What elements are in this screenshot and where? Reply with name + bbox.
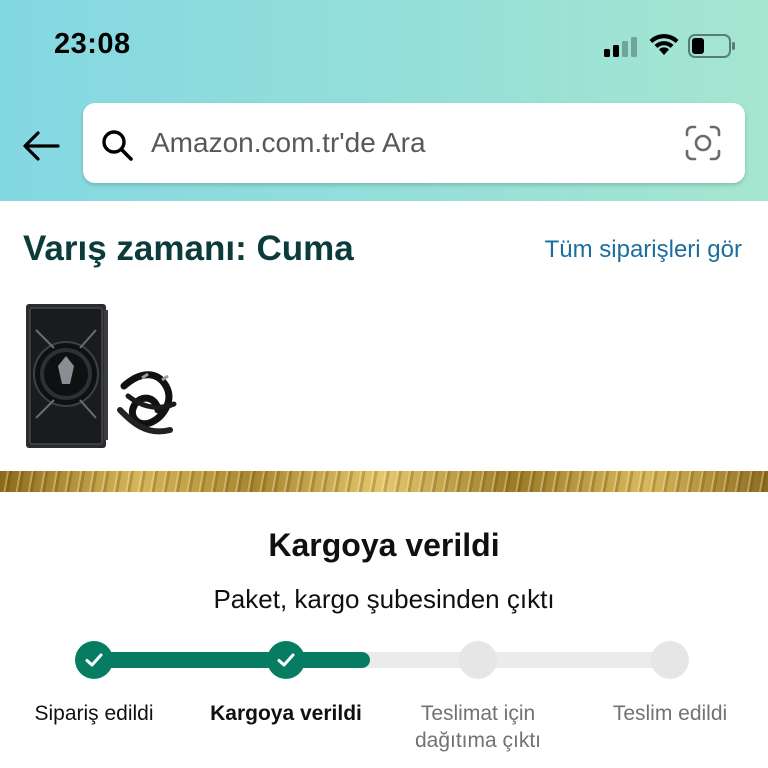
back-arrow-icon[interactable] xyxy=(20,126,62,166)
search-icon xyxy=(102,130,133,161)
wifi-icon xyxy=(649,33,679,55)
cellular-signal-icon xyxy=(604,37,642,57)
step-dot-shipped xyxy=(267,641,305,679)
battery-icon xyxy=(688,34,735,58)
view-all-orders-link[interactable]: Tüm siparişleri gör xyxy=(545,236,742,264)
step-label-shipped: Kargoya verildi xyxy=(210,702,362,725)
checkmark-icon xyxy=(85,653,103,667)
progress-fill xyxy=(94,652,370,668)
search-bar[interactable] xyxy=(83,103,745,183)
step-label-ordered: Sipariş edildi xyxy=(34,702,154,725)
camera-scan-icon[interactable] xyxy=(683,123,723,163)
header-area: 23:08 xyxy=(0,0,768,201)
shipment-status-subtitle: Paket, kargo şubesinden çıktı xyxy=(213,584,555,614)
checkmark-icon xyxy=(277,653,295,667)
status-time: 23:08 xyxy=(54,28,131,60)
step-dot-out-for-delivery xyxy=(459,641,497,679)
search-input[interactable] xyxy=(151,121,671,165)
step-label-out-for-delivery: Teslimat için dağıtıma çıktı xyxy=(414,702,542,752)
step-dot-delivered xyxy=(651,641,689,679)
decorative-gold-divider xyxy=(0,471,768,492)
step-label-delivered: Teslim edildi xyxy=(612,702,728,725)
product-image[interactable] xyxy=(24,300,180,450)
step-dot-ordered xyxy=(75,641,113,679)
arrival-time-heading: Varış zamanı: Cuma xyxy=(23,229,354,268)
shipment-status-title: Kargoya verildi xyxy=(268,527,500,563)
